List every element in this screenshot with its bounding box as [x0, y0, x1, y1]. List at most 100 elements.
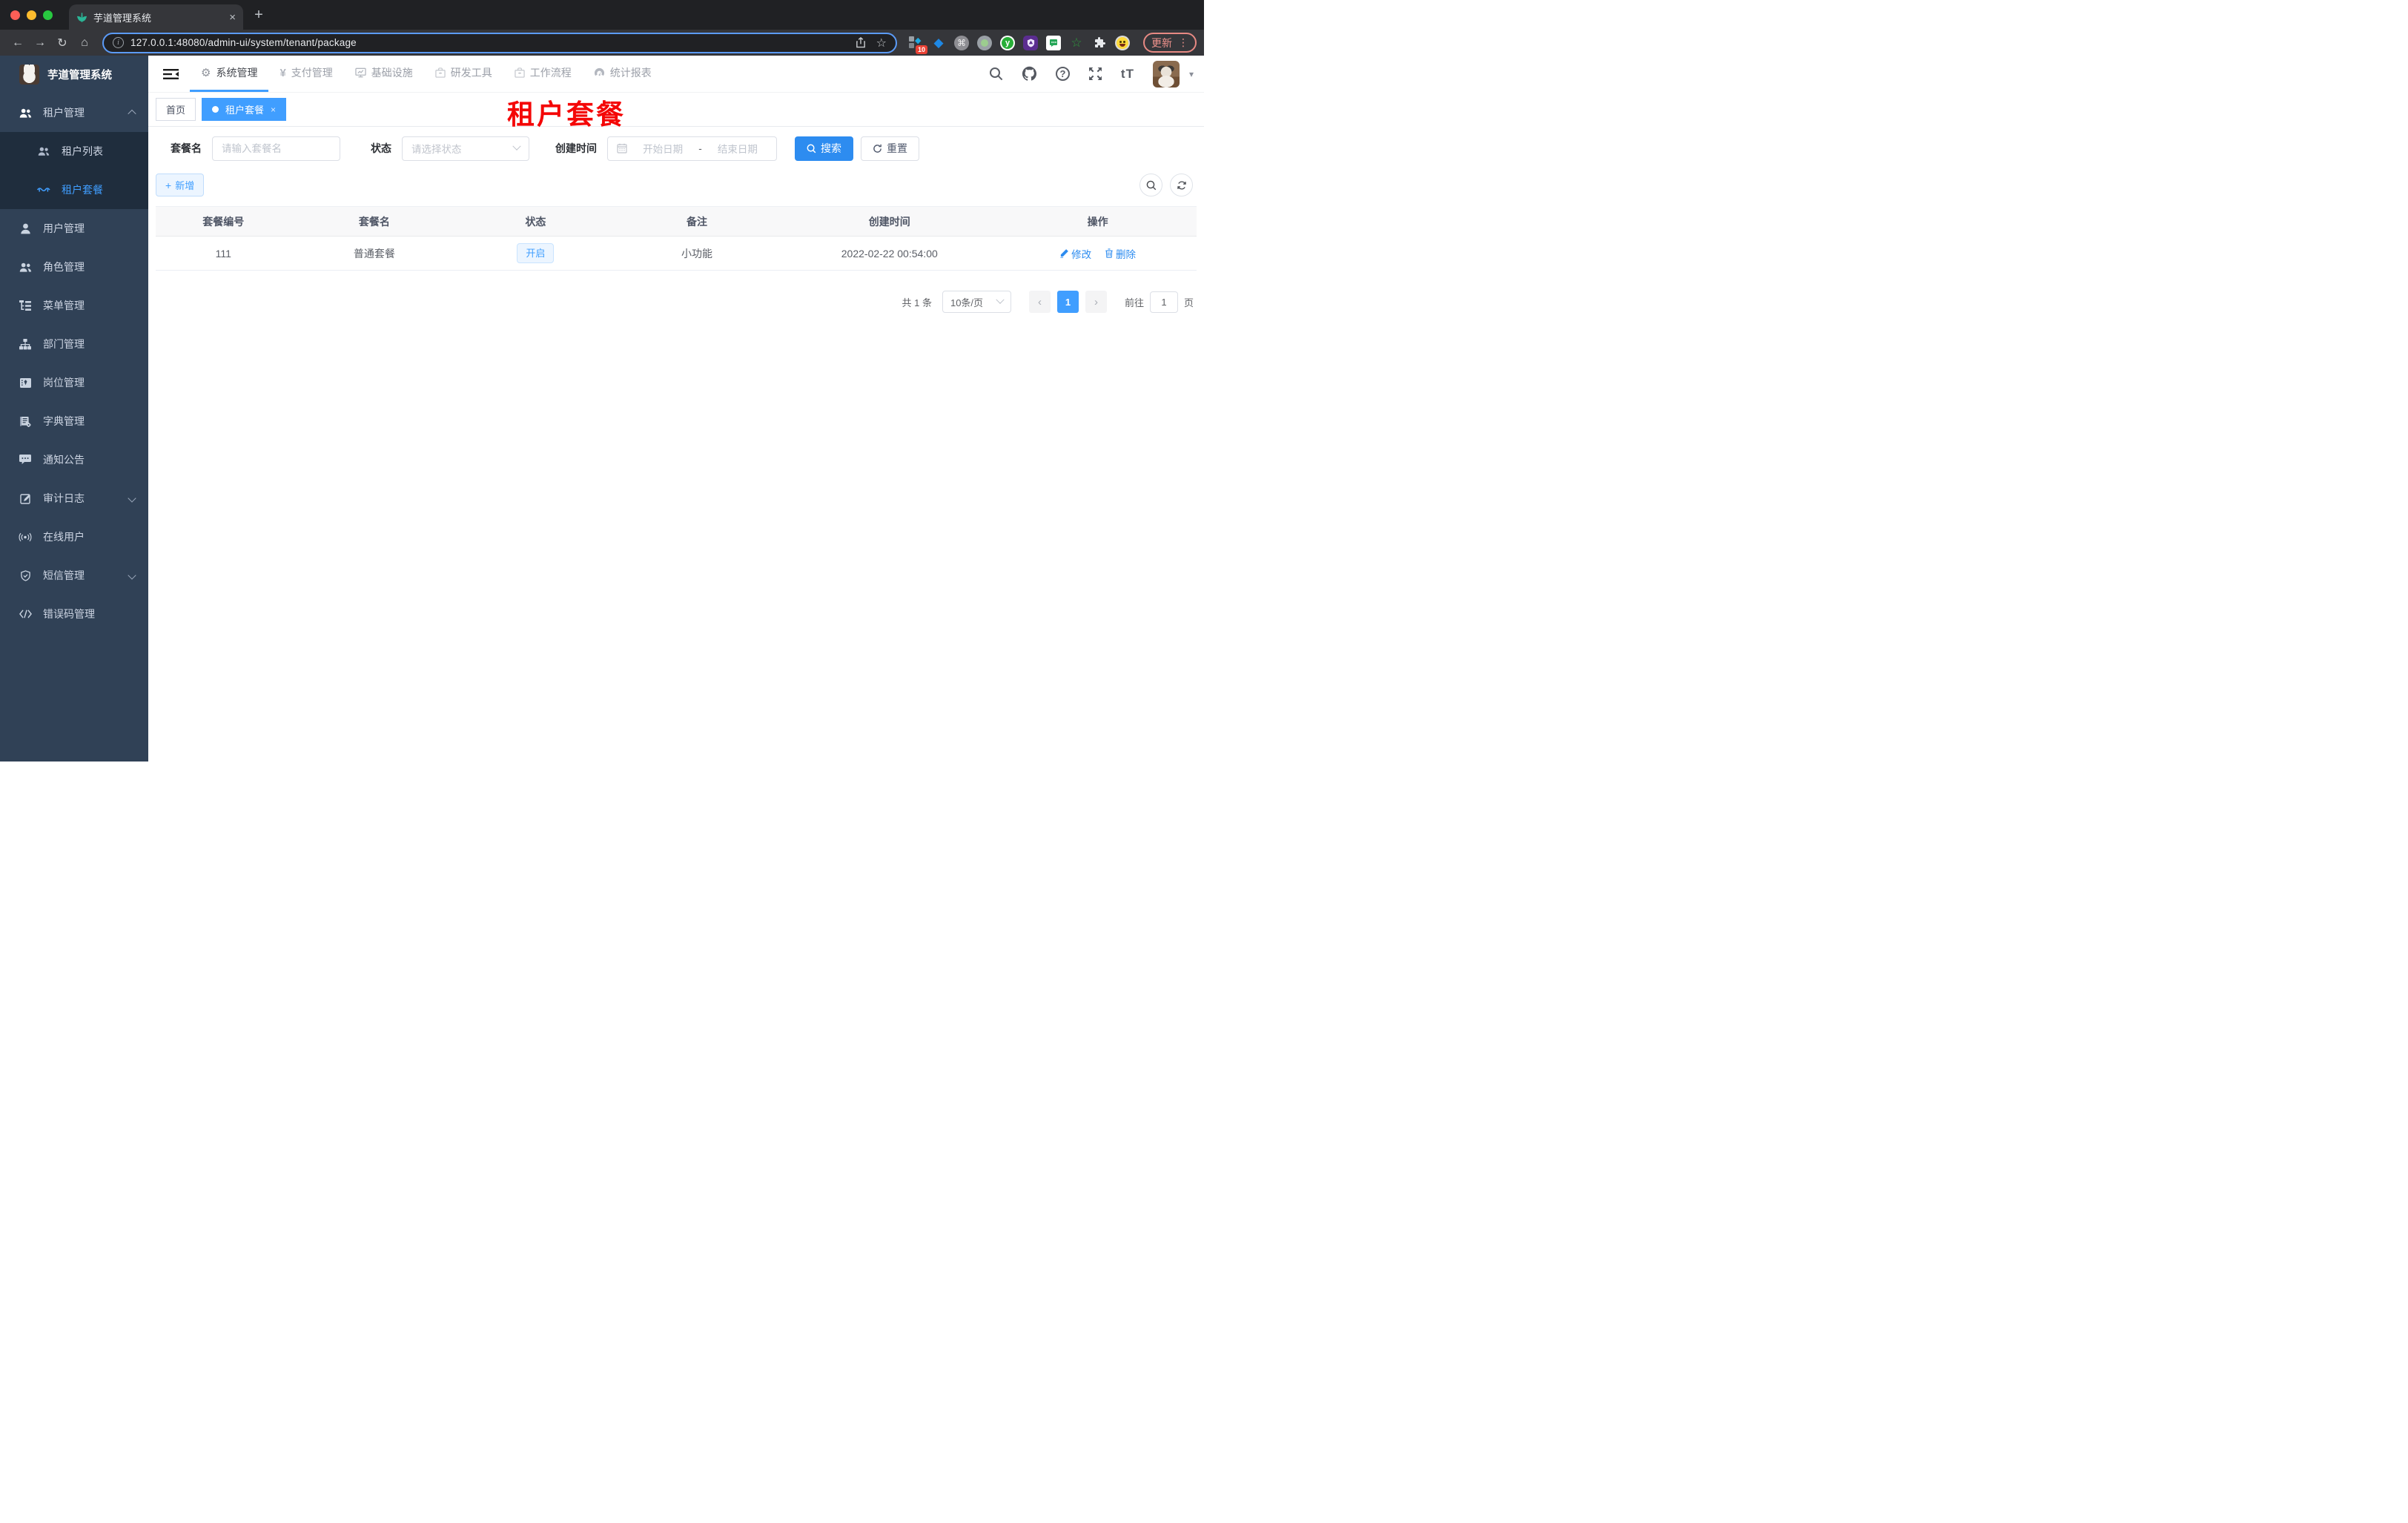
top-nav-infrastructure[interactable]: 基础设施	[344, 56, 424, 92]
top-nav-workflow[interactable]: 工作流程	[503, 56, 583, 92]
sidebar-collapse-icon[interactable]	[163, 68, 179, 80]
tab-home[interactable]: 首页	[156, 98, 196, 121]
status-placeholder: 请选择状态	[411, 144, 462, 155]
top-nav-system[interactable]: ⚙ 系统管理	[190, 56, 269, 92]
browser-chrome: 芋道管理系统 × + ← → ↻ ⌂ i 127.0.0.1:48080/adm…	[0, 0, 1204, 56]
app-header: ⚙ 系统管理 ¥ 支付管理 基础设施 研发工具 工作流程 统计报表 ? tT ▾	[148, 56, 1204, 93]
tab-tenant-package[interactable]: 租户套餐 ×	[202, 98, 287, 121]
tab-close-icon[interactable]: ×	[271, 105, 276, 115]
top-nav-devtools[interactable]: 研发工具	[424, 56, 503, 92]
add-button[interactable]: + 新增	[156, 174, 205, 196]
profile-avatar-icon[interactable]	[1115, 35, 1130, 50]
browser-update-button[interactable]: 更新 ⋮	[1143, 33, 1197, 53]
forward-button[interactable]: →	[30, 33, 50, 53]
app-logo: 芋道管理系统	[0, 56, 148, 93]
top-nav: ⚙ 系统管理 ¥ 支付管理 基础设施 研发工具 工作流程 统计报表	[190, 56, 663, 92]
briefcase-icon	[435, 67, 446, 78]
sidebar-item-tenant-package[interactable]: 租户套餐	[0, 171, 148, 209]
extension-record-icon[interactable]	[977, 35, 992, 50]
font-size-icon[interactable]: tT	[1121, 67, 1134, 82]
dashboard-icon	[594, 67, 605, 78]
user-menu-caret-icon[interactable]: ▾	[1189, 69, 1194, 79]
new-tab-button[interactable]: +	[248, 4, 270, 26]
sidebar-item-sms-management[interactable]: 短信管理	[0, 556, 148, 595]
extension-shield-icon[interactable]	[1023, 35, 1038, 50]
sidebar-item-user-management[interactable]: 用户管理	[0, 209, 148, 248]
sidebar-item-tenant-management[interactable]: 租户管理	[0, 93, 148, 132]
show-search-button[interactable]	[1140, 174, 1162, 196]
sidebar-item-menu-management[interactable]: 菜单管理	[0, 286, 148, 325]
active-dot-icon	[212, 106, 219, 113]
user-avatar[interactable]	[1152, 60, 1180, 87]
sidebar-item-post-management[interactable]: 岗位管理	[0, 363, 148, 402]
zoom-window-button[interactable]	[43, 10, 53, 20]
home-button[interactable]: ⌂	[74, 33, 95, 53]
reset-button[interactable]: 重置	[861, 136, 919, 161]
tab-close-icon[interactable]: ×	[229, 11, 236, 24]
help-icon[interactable]: ?	[1055, 67, 1070, 81]
extension-star-icon[interactable]: ☆	[1068, 35, 1085, 51]
browser-tab[interactable]: 芋道管理系统 ×	[69, 4, 243, 30]
next-page-button[interactable]: ›	[1085, 291, 1107, 313]
page-size-select[interactable]: 10条/页	[942, 291, 1011, 313]
col-created-at: 创建时间	[780, 206, 999, 237]
fullscreen-icon[interactable]	[1088, 67, 1102, 81]
edit-log-icon	[19, 493, 32, 504]
id-badge-icon	[19, 377, 32, 389]
github-icon[interactable]	[1022, 66, 1037, 82]
extension-gem-icon[interactable]: ◆	[930, 35, 947, 51]
sidebar-item-online-users[interactable]: 在线用户	[0, 518, 148, 556]
delete-link[interactable]: 删除	[1105, 246, 1136, 261]
name-filter-field[interactable]	[212, 136, 340, 161]
yen-icon: ¥	[280, 66, 286, 79]
chevron-up-icon	[128, 109, 136, 119]
users-icon	[19, 108, 32, 119]
sidebar-item-dict-management[interactable]: 字典管理	[0, 402, 148, 440]
url-text[interactable]: 127.0.0.1:48080/admin-ui/system/tenant/p…	[130, 37, 849, 48]
name-input[interactable]	[222, 142, 331, 154]
sidebar-item-tenant-list[interactable]: 租户列表	[0, 132, 148, 171]
extension-command-icon[interactable]: ⌘	[954, 35, 969, 50]
browser-menu-icon[interactable]: ⋮	[1178, 36, 1188, 49]
top-nav-payment[interactable]: ¥ 支付管理	[268, 56, 343, 92]
col-remark: 备注	[613, 206, 781, 237]
user-icon	[19, 223, 32, 234]
sidebar-item-error-code[interactable]: 错误码管理	[0, 595, 148, 633]
main-area: ⚙ 系统管理 ¥ 支付管理 基础设施 研发工具 工作流程 统计报表 ? tT ▾…	[148, 56, 1204, 762]
cell-remark: 小功能	[613, 236, 781, 271]
org-chart-icon	[19, 338, 32, 350]
cell-created-at: 2022-02-22 00:54:00	[780, 236, 999, 271]
edit-link[interactable]: 修改	[1059, 246, 1091, 261]
site-info-icon[interactable]: i	[113, 37, 124, 48]
window-controls[interactable]	[10, 10, 53, 20]
extension-tabs-icon[interactable]: ◆ 10	[907, 35, 927, 54]
sidebar-item-notice[interactable]: 通知公告	[0, 440, 148, 479]
extension-y-icon[interactable]: y	[1000, 35, 1015, 50]
browser-tab-title: 芋道管理系统	[93, 12, 152, 24]
pencil-icon	[1060, 249, 1069, 258]
cell-status: 开启	[457, 236, 614, 271]
extensions-puzzle-icon[interactable]	[1091, 35, 1108, 51]
sidebar-item-dept-management[interactable]: 部门管理	[0, 325, 148, 363]
goto-page-input[interactable]	[1149, 291, 1178, 313]
sidebar-item-role-management[interactable]: 角色管理	[0, 248, 148, 286]
status-select[interactable]: 请选择状态	[402, 136, 529, 161]
top-nav-report[interactable]: 统计报表	[583, 56, 663, 92]
search-icon[interactable]	[989, 67, 1003, 81]
back-button[interactable]: ←	[7, 33, 28, 53]
prev-page-button[interactable]: ‹	[1028, 291, 1051, 313]
sidebar-menu: 租户管理 租户列表 租户套餐 用户管理 角色管理 菜单管理 部门管理 岗位管理 …	[0, 93, 148, 633]
extension-chat-icon[interactable]	[1046, 35, 1061, 50]
search-button[interactable]: 搜索	[795, 136, 853, 161]
date-range-picker[interactable]: 开始日期 - 结束日期	[607, 136, 777, 161]
sidebar-item-audit-log[interactable]: 审计日志	[0, 479, 148, 518]
users-icon	[19, 262, 32, 273]
share-icon[interactable]	[856, 37, 866, 48]
address-bar[interactable]: i 127.0.0.1:48080/admin-ui/system/tenant…	[102, 32, 897, 53]
reload-button[interactable]: ↻	[52, 33, 73, 53]
minimize-window-button[interactable]	[27, 10, 36, 20]
refresh-table-button[interactable]	[1170, 174, 1193, 196]
close-window-button[interactable]	[10, 10, 20, 20]
page-1-button[interactable]: 1	[1056, 291, 1079, 313]
bookmark-star-icon[interactable]: ☆	[876, 36, 887, 50]
